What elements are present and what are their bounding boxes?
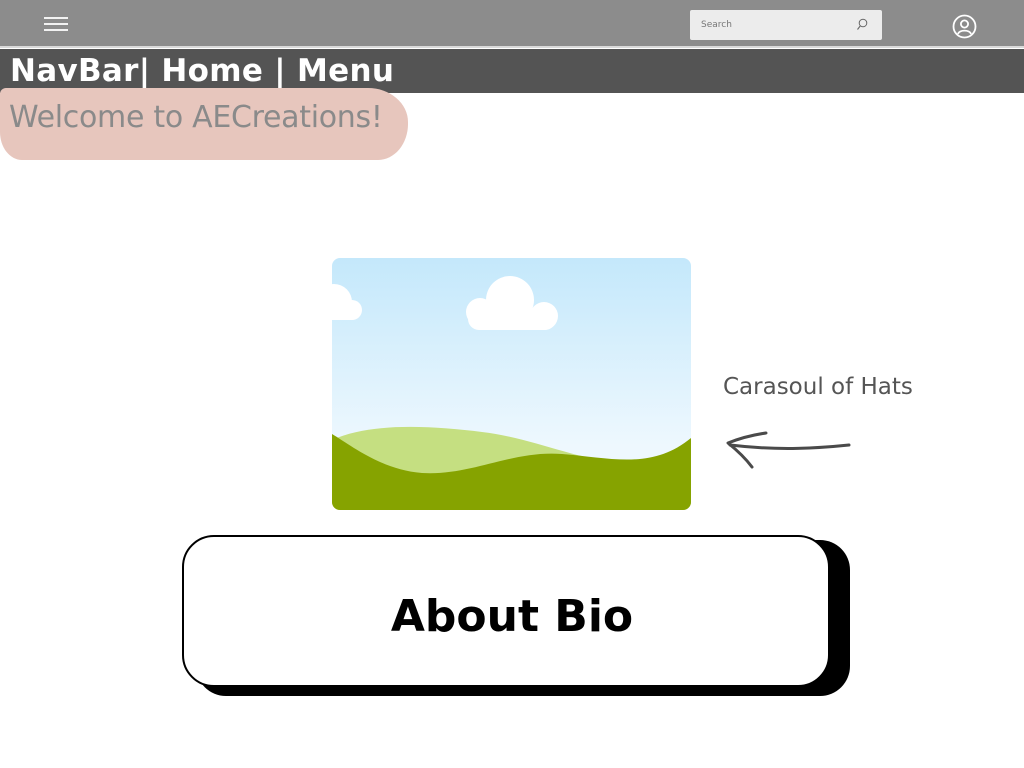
- navbar: NavBar| Home | Menu: [0, 49, 1024, 93]
- user-circle-icon[interactable]: [952, 14, 977, 39]
- top-bar: [0, 0, 1024, 48]
- search-icon[interactable]: [856, 18, 868, 31]
- about-bio-button[interactable]: About Bio: [182, 535, 830, 687]
- welcome-heading: Welcome to AECreations!: [9, 100, 383, 135]
- search-input[interactable]: [690, 10, 850, 40]
- hamburger-menu-icon[interactable]: [44, 16, 68, 32]
- about-bio-label: About Bio: [390, 590, 634, 642]
- landscape-placeholder-image: [332, 258, 691, 510]
- carousel-label: Carasoul of Hats: [723, 374, 913, 400]
- search-box[interactable]: [690, 10, 882, 40]
- navbar-title[interactable]: NavBar| Home | Menu: [10, 53, 394, 89]
- carousel-image[interactable]: [332, 258, 691, 510]
- left-arrow-icon: [726, 431, 851, 469]
